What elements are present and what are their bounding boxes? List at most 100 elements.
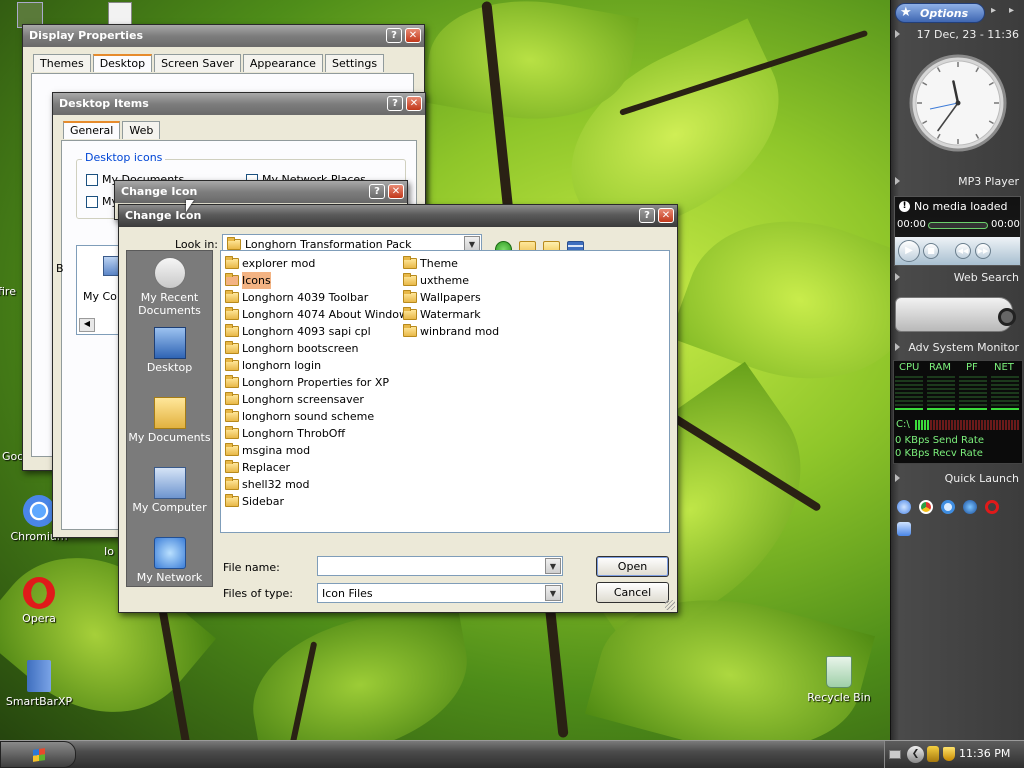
help-button[interactable]: ?	[387, 96, 403, 111]
globe-icon[interactable]	[963, 500, 977, 514]
system-tray: ❮ 11:36 PM	[884, 741, 1024, 768]
resize-grip-icon[interactable]	[665, 600, 675, 610]
places-bar: My Recent Documents Desktop My Documents…	[126, 250, 213, 587]
file-column-1: explorer mod Icons Longhorn 4039 Toolbar…	[223, 255, 416, 510]
tab-themes[interactable]: Themes	[33, 54, 91, 72]
next-icon[interactable]: ▶▶	[975, 243, 991, 259]
file-item[interactable]: uxtheme	[401, 272, 501, 289]
file-item[interactable]: Replacer	[223, 459, 416, 476]
mp3-player: ! No media loaded 00:00 00:00 ▶ ■ ◀◀ ▶▶	[894, 196, 1021, 266]
tab-screen-saver[interactable]: Screen Saver	[154, 54, 241, 72]
file-item[interactable]: msgina mod	[223, 442, 416, 459]
search-icon[interactable]	[998, 308, 1016, 326]
scroll-left-button[interactable]: ◀	[79, 318, 95, 332]
close-button[interactable]: ✕	[658, 208, 674, 223]
file-column-2: Theme uxtheme Wallpapers Watermark winbr…	[401, 255, 501, 340]
checkbox-my-documents[interactable]	[86, 174, 98, 186]
file-item[interactable]: Wallpapers	[401, 289, 501, 306]
start-button[interactable]	[0, 741, 76, 768]
file-item[interactable]: Longhorn 4093 sapi cpl	[223, 323, 416, 340]
pin-icon	[895, 177, 900, 185]
smartbarxp-icon	[27, 660, 51, 692]
options-button[interactable]: ★ Options	[895, 3, 985, 23]
cancel-button[interactable]: Cancel	[596, 582, 669, 603]
place-desktop[interactable]: Desktop	[127, 321, 212, 391]
keyboard-icon[interactable]	[889, 750, 901, 759]
help-button[interactable]: ?	[369, 184, 385, 199]
chrome-icon[interactable]	[919, 500, 933, 514]
desktop-items-titlebar[interactable]: Desktop Items ? ✕	[53, 93, 425, 115]
file-item[interactable]: Sidebar	[223, 493, 416, 510]
desktop-icon-smartbarxp[interactable]: SmartBarXP	[4, 660, 74, 708]
recent-documents-icon	[153, 257, 186, 289]
previous-icon[interactable]: ◀◀	[955, 243, 971, 259]
security-shield-icon[interactable]	[943, 747, 955, 761]
open-button[interactable]: Open	[596, 556, 669, 577]
checkbox-my[interactable]	[86, 196, 98, 208]
group-label: Desktop icons	[82, 151, 166, 164]
window-title: Desktop Items	[59, 97, 149, 110]
internet-explorer-icon[interactable]	[941, 500, 955, 514]
collapse-tray-icon[interactable]: ❮	[907, 746, 924, 763]
file-item-selected[interactable]: Icons	[223, 272, 416, 289]
folder-icon	[403, 256, 417, 269]
chevron-down-icon[interactable]: ▼	[545, 558, 561, 574]
folder-icon	[225, 392, 239, 405]
file-item[interactable]: Theme	[401, 255, 501, 272]
file-item[interactable]: Longhorn ThrobOff	[223, 425, 416, 442]
taskbar-clock[interactable]: 11:36 PM	[959, 747, 1010, 760]
info-icon: !	[899, 201, 910, 212]
place-my-recent-documents[interactable]: My Recent Documents	[127, 251, 212, 321]
display-properties-titlebar[interactable]: Display Properties ? ✕	[23, 25, 424, 47]
folder-icon	[403, 324, 417, 337]
place-my-documents[interactable]: My Documents	[127, 391, 212, 461]
tab-web[interactable]: Web	[122, 121, 161, 139]
tab-settings[interactable]: Settings	[324, 54, 385, 72]
shortcut-icon[interactable]	[897, 522, 911, 536]
file-item[interactable]: longhorn sound scheme	[223, 408, 416, 425]
file-item[interactable]: winbrand mod	[401, 323, 501, 340]
stop-icon[interactable]: ■	[923, 243, 939, 259]
file-item[interactable]: Longhorn 4074 About Windows	[223, 306, 416, 323]
place-my-network[interactable]: My Network	[127, 531, 212, 601]
file-item[interactable]: Longhorn 4039 Toolbar	[223, 289, 416, 306]
close-button[interactable]: ✕	[405, 28, 421, 43]
tab-desktop[interactable]: Desktop	[92, 54, 153, 72]
file-item[interactable]: shell32 mod	[223, 476, 416, 493]
files-of-type-select[interactable]: Icon Files ▼	[317, 583, 563, 603]
tab-general[interactable]: General	[63, 121, 121, 139]
place-my-computer[interactable]: My Computer	[127, 461, 212, 531]
mp3-controls: ▶ ■ ◀◀ ▶▶	[895, 237, 1020, 265]
desktop-icon-recycle-bin[interactable]: Recycle Bin	[804, 656, 874, 704]
file-name-input[interactable]: ▼	[317, 556, 563, 576]
chevron-right-icon[interactable]: ▸	[1009, 5, 1014, 16]
close-button[interactable]: ✕	[406, 96, 422, 111]
chevron-right-icon[interactable]: ▸	[991, 5, 996, 16]
file-item[interactable]: Longhorn bootscreen	[223, 340, 416, 357]
play-icon[interactable]: ▶	[898, 240, 920, 262]
folder-icon	[225, 494, 239, 507]
analog-clock	[909, 54, 1007, 152]
file-item[interactable]: longhorn login	[223, 357, 416, 374]
pin-icon	[895, 343, 900, 351]
file-list[interactable]: explorer mod Icons Longhorn 4039 Toolbar…	[220, 250, 670, 533]
file-item[interactable]: explorer mod	[223, 255, 416, 272]
desktop-icon-opera[interactable]: Opera	[4, 577, 74, 625]
chevron-down-icon[interactable]: ▼	[545, 585, 561, 601]
close-button[interactable]: ✕	[388, 184, 404, 199]
tray-app-icon[interactable]	[927, 746, 939, 762]
change-icon-titlebar[interactable]: Change Icon ? ✕	[119, 205, 677, 227]
file-item[interactable]: Longhorn Properties for XP	[223, 374, 416, 391]
tab-appearance[interactable]: Appearance	[242, 54, 323, 72]
seek-bar[interactable]	[928, 222, 988, 229]
web-icon[interactable]	[897, 500, 911, 514]
opera-icon[interactable]	[985, 500, 999, 514]
help-button[interactable]: ?	[639, 208, 655, 223]
web-search-input[interactable]	[895, 297, 1016, 332]
file-item[interactable]: Longhorn screensaver	[223, 391, 416, 408]
folder-icon	[403, 273, 417, 286]
help-button[interactable]: ?	[386, 28, 402, 43]
change-icon-back-titlebar[interactable]: Change Icon ? ✕	[115, 181, 407, 203]
file-item[interactable]: Watermark	[401, 306, 501, 323]
partial-label: My Co	[83, 290, 117, 303]
